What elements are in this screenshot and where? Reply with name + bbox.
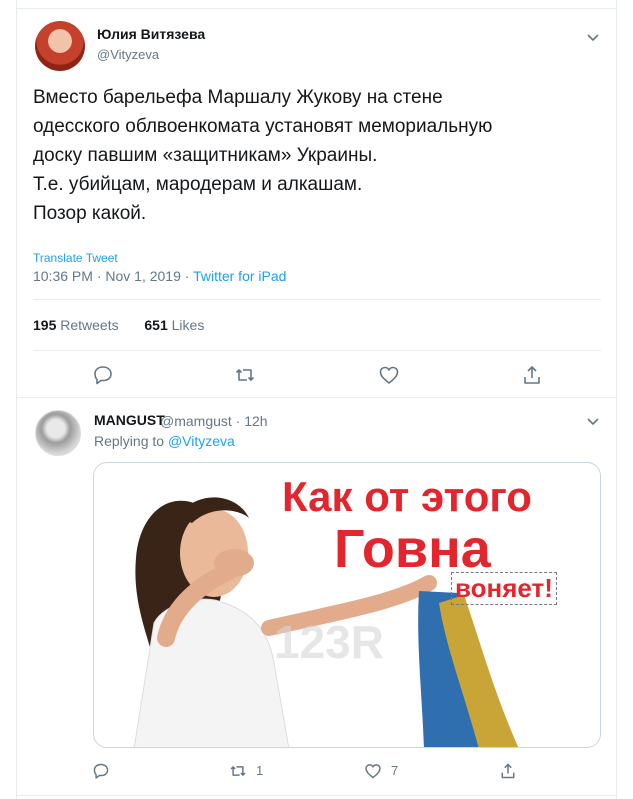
retweet-icon[interactable] bbox=[234, 364, 256, 386]
translate-tweet-link[interactable]: Translate Tweet bbox=[33, 251, 118, 265]
timeline-border-right bbox=[616, 0, 617, 799]
tweet-timestamp: 10:36 PM · Nov 1, 2019 · Twitter for iPa… bbox=[33, 268, 286, 284]
tweet-text-line: Т.е. убийцам, мародерам и алкашам. bbox=[33, 174, 363, 195]
author-handle[interactable]: @Vityzeva bbox=[97, 47, 159, 62]
like-icon[interactable] bbox=[378, 364, 400, 386]
share-icon[interactable] bbox=[499, 762, 517, 780]
avatar[interactable] bbox=[35, 410, 81, 456]
divider bbox=[16, 795, 617, 796]
likes-count[interactable]: 651 bbox=[144, 317, 167, 333]
retweet-count[interactable]: 1 bbox=[256, 763, 263, 778]
share-icon[interactable] bbox=[521, 364, 543, 386]
tweet-actions bbox=[17, 364, 616, 396]
reply-icon[interactable] bbox=[92, 364, 114, 386]
retweets-label[interactable]: Retweets bbox=[60, 317, 118, 333]
likes-label[interactable]: Likes bbox=[172, 317, 205, 333]
retweets-count[interactable]: 195 bbox=[33, 317, 56, 333]
like-icon[interactable] bbox=[364, 762, 382, 780]
reply-image[interactable]: 123R Как от этого Говна воняет! bbox=[93, 462, 601, 748]
image-caption-line: воняет! bbox=[451, 572, 557, 605]
author-name[interactable]: Юлия Витязева bbox=[97, 26, 205, 42]
reply-meta[interactable]: @mamgust · 12h bbox=[160, 413, 268, 429]
tweet-text-line: одесского облвоенкомата установят мемори… bbox=[33, 116, 493, 137]
divider bbox=[33, 299, 601, 300]
tweet-text-line: доску павшим «защитникам» Украины. bbox=[33, 145, 378, 166]
tweet-text: Вместо барельефа Маршалу Жукову на стене… bbox=[33, 83, 603, 228]
tweet-text-line: Вместо барельефа Маршалу Жукову на стене bbox=[33, 87, 443, 108]
main-tweet: Юлия Витязева @Vityzeva Вместо барельефа… bbox=[17, 9, 616, 397]
retweet-icon[interactable] bbox=[229, 762, 247, 780]
chevron-down-icon[interactable] bbox=[585, 413, 601, 429]
avatar[interactable] bbox=[35, 21, 85, 71]
like-count[interactable]: 7 bbox=[391, 763, 398, 778]
replying-handle-link[interactable]: @Vityzeva bbox=[168, 433, 235, 449]
image-caption-line: Говна bbox=[334, 519, 491, 579]
divider bbox=[16, 397, 617, 398]
chevron-down-icon[interactable] bbox=[585, 29, 601, 45]
reply-actions: 1 7 bbox=[0, 762, 633, 788]
tweet-source-link[interactable]: Twitter for iPad bbox=[193, 268, 286, 284]
divider bbox=[33, 350, 601, 351]
reply-author-name[interactable]: MANGUST bbox=[94, 412, 165, 428]
replying-prefix: Replying to bbox=[94, 433, 168, 449]
svg-text:123R: 123R bbox=[274, 616, 384, 668]
tweet-text-line: Позор какой. bbox=[33, 203, 147, 224]
timestamp-text[interactable]: 10:36 PM · Nov 1, 2019 · bbox=[33, 268, 193, 284]
replying-to: Replying to @Vityzeva bbox=[94, 433, 235, 449]
reply-icon[interactable] bbox=[92, 762, 110, 780]
image-caption-line: Как от этого bbox=[282, 473, 532, 520]
tweet-stats: 195 Retweets 651 Likes bbox=[33, 317, 204, 333]
